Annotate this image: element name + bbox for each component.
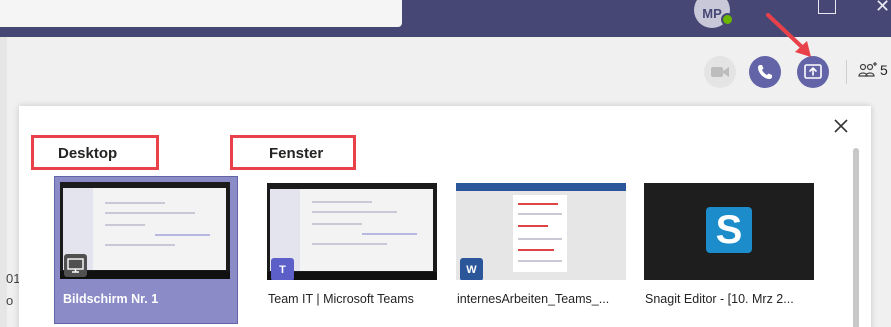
- snagit-thumbnail: S: [644, 183, 814, 280]
- share-tile-snagit-window[interactable]: S Snagit Editor - [10. Mrz 2...: [640, 176, 826, 326]
- annotation-arrow: [766, 13, 811, 57]
- left-clip-text: o: [6, 293, 14, 308]
- presence-available-icon: [721, 13, 734, 26]
- search-input[interactable]: [0, 0, 402, 27]
- word-thumbnail: W: [456, 183, 626, 280]
- teams-thumbnail: T: [267, 183, 437, 280]
- tile-caption: internesArbeiten_Teams_...: [457, 292, 610, 306]
- video-camera-icon: [711, 67, 729, 77]
- snagit-logo-icon: S: [706, 207, 752, 253]
- tile-caption: Team IT | Microsoft Teams: [268, 292, 414, 306]
- word-app-icon: W: [460, 258, 483, 280]
- participants-count[interactable]: 5: [880, 62, 888, 78]
- section-label-desktop: Desktop: [31, 135, 159, 170]
- close-icon[interactable]: [831, 116, 851, 136]
- phone-icon: [758, 65, 772, 79]
- window-restore-icon[interactable]: [818, 0, 836, 14]
- section-label-windows: Fenster: [230, 135, 356, 170]
- title-bar: MP ✕: [0, 0, 891, 37]
- share-tile-word-window[interactable]: W internesArbeiten_Teams_...: [452, 176, 638, 326]
- share-tile-desktop[interactable]: Bildschirm Nr. 1: [54, 176, 238, 324]
- window-close-icon[interactable]: ✕: [875, 0, 890, 17]
- desktop-thumbnail: [60, 182, 230, 279]
- tile-caption: Bildschirm Nr. 1: [63, 292, 159, 306]
- share-screen-icon: [804, 64, 822, 79]
- toolbar-divider: [846, 60, 847, 84]
- share-content-panel: Desktop Fenster Bildschirm Nr. 1 T Team …: [19, 106, 871, 327]
- screen-share-icon: [64, 254, 87, 277]
- teams-app-icon: T: [271, 258, 294, 280]
- video-button[interactable]: [704, 56, 736, 88]
- scrollbar[interactable]: [853, 148, 859, 327]
- participants-add-icon[interactable]: [858, 61, 878, 81]
- tile-caption: Snagit Editor - [10. Mrz 2...: [645, 292, 794, 306]
- share-tile-teams-window[interactable]: T Team IT | Microsoft Teams: [263, 176, 449, 326]
